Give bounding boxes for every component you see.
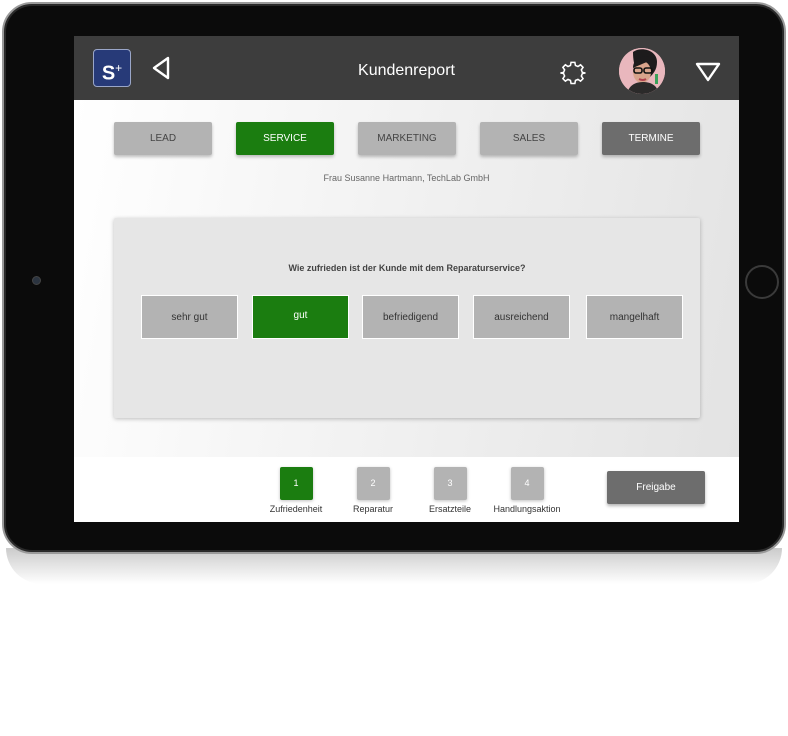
step-label: Ersatzteile [428, 504, 472, 514]
step-label: Zufriedenheit [269, 504, 323, 514]
logo-plus: + [115, 61, 123, 75]
step-1[interactable]: 1 Zufriedenheit [256, 467, 336, 514]
tab-service[interactable]: SERVICE [236, 122, 334, 155]
avatar-image [619, 48, 665, 94]
step-number: 4 [510, 467, 544, 500]
camera [32, 276, 41, 285]
logo-letter: S [101, 62, 116, 85]
tab-sales[interactable]: SALES [480, 122, 578, 155]
rating-option-gut[interactable]: gut [252, 295, 349, 339]
step-3[interactable]: 3 Ersatzteile [410, 467, 490, 514]
top-bar: S+ Kundenreport [74, 36, 739, 100]
back-icon[interactable] [150, 56, 172, 80]
rating-option-befriedigend[interactable]: befriedigend [362, 295, 459, 339]
dropdown-icon[interactable] [695, 61, 721, 83]
customer-name: Frau Susanne Hartmann, TechLab GmbH [323, 173, 490, 183]
step-number: 1 [279, 467, 313, 500]
rating-option-mangelhaft[interactable]: mangelhaft [586, 295, 683, 339]
release-button[interactable]: Freigabe [607, 471, 705, 504]
step-label: Handlungsaktion [493, 504, 561, 514]
step-4[interactable]: 4 Handlungsaktion [487, 467, 567, 514]
survey-panel: Wie zufrieden ist der Kunde mit dem Repa… [114, 218, 700, 418]
step-number: 3 [433, 467, 467, 500]
app-logo[interactable]: S+ [93, 49, 131, 87]
footer-bar: 1 Zufriedenheit 2 Reparatur 3 Ersatzteil… [74, 457, 739, 522]
survey-question: Wie zufrieden ist der Kunde mit dem Repa… [288, 263, 526, 273]
step-label: Reparatur [352, 504, 394, 514]
gear-icon[interactable] [560, 60, 586, 86]
rating-option-ausreichend[interactable]: ausreichend [473, 295, 570, 339]
step-2[interactable]: 2 Reparatur [333, 467, 413, 514]
tab-lead[interactable]: LEAD [114, 122, 212, 155]
user-avatar[interactable] [619, 48, 665, 94]
step-number: 2 [356, 467, 390, 500]
home-button[interactable] [745, 265, 779, 299]
tab-termine[interactable]: TERMINE [602, 122, 700, 155]
main-content: LEAD SERVICE MARKETING SALES TERMINE Fra… [74, 100, 739, 457]
rating-option-sehr-gut[interactable]: sehr gut [141, 295, 238, 339]
tab-marketing[interactable]: MARKETING [358, 122, 456, 155]
app-screen: S+ Kundenreport LEAD SERVICE MARKETING S… [74, 36, 739, 522]
